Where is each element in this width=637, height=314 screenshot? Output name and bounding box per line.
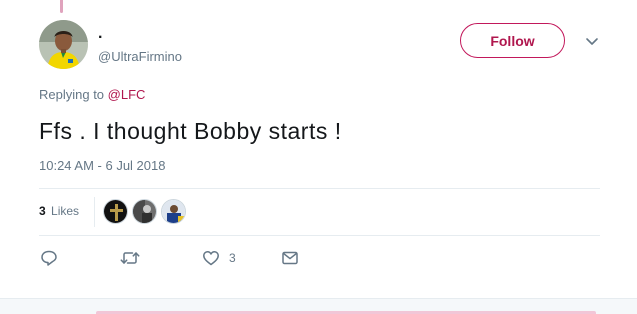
likes-stat[interactable]: 3 Likes (39, 204, 79, 218)
reply-icon (40, 249, 58, 267)
likes-count: 3 (39, 204, 46, 218)
liker-avatar[interactable] (161, 199, 186, 224)
replying-to: Replying to @LFC (39, 87, 145, 102)
tweet-stats: 3 Likes (39, 189, 600, 235)
reply-button[interactable] (40, 248, 58, 268)
tweet-page: . @UltraFirmino Follow Replying to @LFC … (0, 0, 637, 314)
divider (39, 235, 600, 236)
follow-button[interactable]: Follow (460, 23, 565, 58)
likers-list (103, 199, 190, 224)
tweet-text: Ffs . I thought Bobby starts ! (39, 118, 342, 144)
heart-icon (202, 249, 220, 267)
like-count: 3 (229, 251, 236, 265)
display-name[interactable]: . (98, 26, 182, 42)
chevron-down-icon[interactable] (585, 34, 599, 48)
mail-icon (281, 249, 299, 267)
like-button[interactable]: 3 (202, 248, 236, 268)
avatar[interactable] (39, 20, 88, 69)
reply-mention-link[interactable]: @LFC (108, 87, 146, 102)
thread-connector (60, 0, 63, 13)
liker-avatar[interactable] (103, 199, 128, 224)
replying-to-label: Replying to (39, 87, 108, 102)
direct-message-button[interactable] (281, 248, 299, 268)
screen-name[interactable]: @UltraFirmino (98, 49, 182, 65)
retweet-button[interactable] (120, 248, 140, 268)
tweet-timestamp[interactable]: 10:24 AM - 6 Jul 2018 (39, 158, 165, 173)
user-names: . @UltraFirmino (98, 26, 182, 65)
retweet-icon (120, 249, 140, 267)
stats-separator (94, 197, 95, 227)
liker-avatar[interactable] (132, 199, 157, 224)
likes-label: Likes (51, 204, 80, 218)
tweet-header: . @UltraFirmino Follow (39, 20, 637, 74)
tweet-actions: 3 (39, 248, 600, 268)
